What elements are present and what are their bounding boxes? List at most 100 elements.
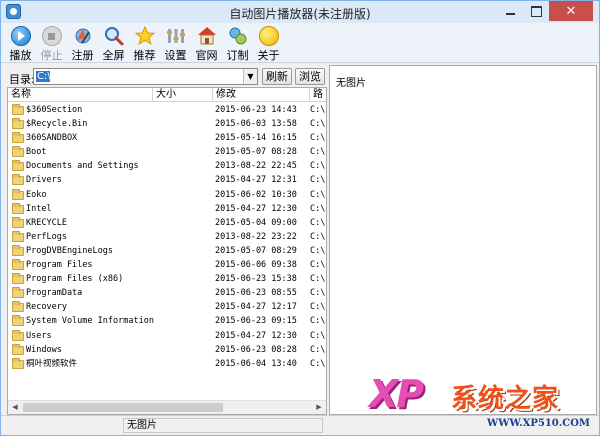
maximize-button[interactable] (523, 1, 549, 21)
folder-icon (12, 244, 24, 256)
item-name: 360SANDBOX (26, 133, 78, 144)
directory-label: 目录: (9, 73, 35, 86)
about-label: 关于 (257, 49, 280, 62)
list-item[interactable]: Users 2015-04-27 12:30 C:\ (8, 329, 326, 343)
item-modified: 2015-05-07 08:28 (215, 147, 297, 158)
recommend-button[interactable]: 推荐 (129, 23, 160, 63)
about-button[interactable]: 关于 (253, 23, 284, 63)
item-path: C:\ (310, 217, 326, 228)
list-item[interactable]: Intel 2015-04-27 12:30 C:\ (8, 202, 326, 216)
scroll-left-icon[interactable]: ◀ (9, 403, 21, 413)
item-path: C:\ (310, 288, 326, 299)
watermark: XP 系统之家 WWW.XP510.COM (369, 372, 597, 434)
minimize-button[interactable] (497, 1, 523, 21)
order-button[interactable]: 订制 (222, 23, 253, 63)
scroll-right-icon[interactable]: ▶ (313, 403, 325, 413)
item-name: Users (26, 330, 52, 341)
watermark-title: 系统之家 (451, 384, 560, 414)
column-header-modified[interactable]: 修改 (213, 88, 310, 102)
item-name: ProgramData (26, 288, 83, 299)
item-modified: 2015-06-23 15:38 (215, 274, 297, 285)
register-label: 注册 (71, 49, 94, 62)
item-modified: 2015-06-02 10:30 (215, 189, 297, 200)
app-window: 自动图片播放器(未注册版) ✕ 播放 停止 注册 全屏 推荐 设置 官网 订制 … (0, 0, 600, 436)
status-text: 无图片 (123, 418, 323, 433)
item-modified: 2015-06-23 08:55 (215, 288, 297, 299)
directory-combo[interactable]: C:\ ▼ (33, 68, 258, 85)
folder-icon (12, 188, 24, 200)
column-header-size[interactable]: 大小 (153, 88, 213, 102)
home-button[interactable]: 官网 (191, 23, 222, 63)
item-modified: 2015-06-23 09:15 (215, 316, 297, 327)
list-item[interactable]: Recovery 2015-04-27 12:17 C:\ (8, 300, 326, 314)
list-item[interactable]: ProgramData 2015-06-23 08:55 C:\ (8, 286, 326, 300)
list-item[interactable]: Documents and Settings 2013-08-22 22:45 C:… (8, 159, 326, 173)
title-bar[interactable]: 自动图片播放器(未注册版) ✕ (1, 1, 599, 23)
folder-icon (12, 230, 24, 242)
toolbar: 播放 停止 注册 全屏 推荐 设置 官网 订制 关于 (1, 23, 599, 63)
item-name: Intel (26, 203, 52, 214)
column-header-name[interactable]: 名称 (8, 88, 153, 102)
list-item[interactable]: 360SANDBOX 2015-05-14 16:15 C:\ (8, 131, 326, 145)
file-list-rows: $360Section 2015-06-23 14:43 C:\ $Recycle.B… (8, 103, 326, 400)
settings-button[interactable]: 设置 (160, 23, 191, 63)
home-icon (197, 26, 217, 46)
preview-placeholder: 无图片 (336, 78, 366, 89)
list-item[interactable]: Program Files (x86) 2015-06-23 15:38 C:\ (8, 272, 326, 286)
item-name: $Recycle.Bin (26, 119, 88, 130)
list-item[interactable]: Eoko 2015-06-02 10:30 C:\ (8, 188, 326, 202)
close-button[interactable]: ✕ (549, 1, 593, 21)
settings-icon (166, 26, 186, 46)
chevron-down-icon[interactable]: ▼ (243, 69, 257, 84)
item-modified: 2015-06-03 13:58 (215, 119, 297, 130)
refresh-button[interactable]: 刷新 (262, 68, 292, 85)
item-modified: 2015-04-27 12:17 (215, 302, 297, 313)
folder-icon (12, 104, 24, 115)
list-item[interactable]: Drivers 2015-04-27 12:31 C:\ (8, 173, 326, 187)
item-path: C:\ (310, 330, 326, 341)
list-item[interactable]: Boot 2015-05-07 08:28 C:\ (8, 145, 326, 159)
list-item[interactable]: $360Section 2015-06-23 14:43 C:\ (8, 103, 326, 117)
item-name: Drivers (26, 175, 62, 186)
item-path: C:\ (310, 344, 326, 355)
column-header-path[interactable]: 路 (310, 88, 326, 102)
scrollbar-thumb[interactable] (23, 403, 223, 412)
item-path: C:\ (310, 105, 326, 115)
register-button[interactable]: 注册 (67, 23, 98, 63)
browse-button[interactable]: 浏览 (295, 68, 325, 85)
play-button[interactable]: 播放 (5, 23, 36, 63)
fullscreen-button[interactable]: 全屏 (98, 23, 129, 63)
list-item[interactable]: Program Files 2015-06-06 09:38 C:\ (8, 258, 326, 272)
item-modified: 2015-04-27 12:30 (215, 330, 297, 341)
item-name: $360Section (26, 105, 83, 115)
folder-icon (12, 259, 24, 271)
item-name: System Volume Information (26, 316, 154, 327)
horizontal-scrollbar[interactable]: ◀ ▶ (8, 400, 326, 414)
list-item[interactable]: KRECYCLE 2015-05-04 09:00 C:\ (8, 216, 326, 230)
item-path: C:\ (310, 133, 326, 144)
list-item[interactable]: PerfLogs 2013-08-22 23:22 C:\ (8, 230, 326, 244)
image-preview-pane[interactable]: 无图片 (329, 65, 597, 415)
folder-icon (12, 343, 24, 355)
folder-icon (12, 202, 24, 214)
item-modified: 2015-05-04 09:00 (215, 217, 297, 228)
file-list[interactable]: 名称 大小 修改 路 $360Section 2015-06-23 14:43 C:… (7, 87, 327, 415)
list-item[interactable]: $Recycle.Bin 2015-06-03 13:58 C:\ (8, 117, 326, 131)
list-item[interactable]: Windows 2015-06-23 08:28 C:\ (8, 343, 326, 357)
item-path: C:\ (310, 316, 326, 327)
file-list-header: 名称 大小 修改 路 (8, 88, 326, 102)
item-modified: 2015-06-23 08:28 (215, 344, 297, 355)
recommend-label: 推荐 (133, 49, 156, 62)
list-item[interactable]: 桐叶视频软件 2015-06-04 13:40 C:\ (8, 357, 326, 371)
item-path: C:\ (310, 274, 326, 285)
item-name: ProgDVBEngineLogs (26, 245, 113, 256)
item-path: C:\ (310, 302, 326, 313)
folder-icon (12, 118, 24, 130)
list-item[interactable]: ProgDVBEngineLogs 2015-05-07 08:29 C:\ (8, 244, 326, 258)
file-browser-pane: 目录: C:\ ▼ 刷新 浏览 名称 大小 修改 路 $360Section 20… (7, 65, 327, 415)
stop-button[interactable]: 停止 (36, 23, 67, 63)
list-item[interactable]: System Volume Information 2015-06-23 09:1… (8, 314, 326, 328)
item-path: C:\ (310, 147, 326, 158)
play-label: 播放 (9, 49, 32, 62)
item-name: Program Files (26, 260, 93, 271)
